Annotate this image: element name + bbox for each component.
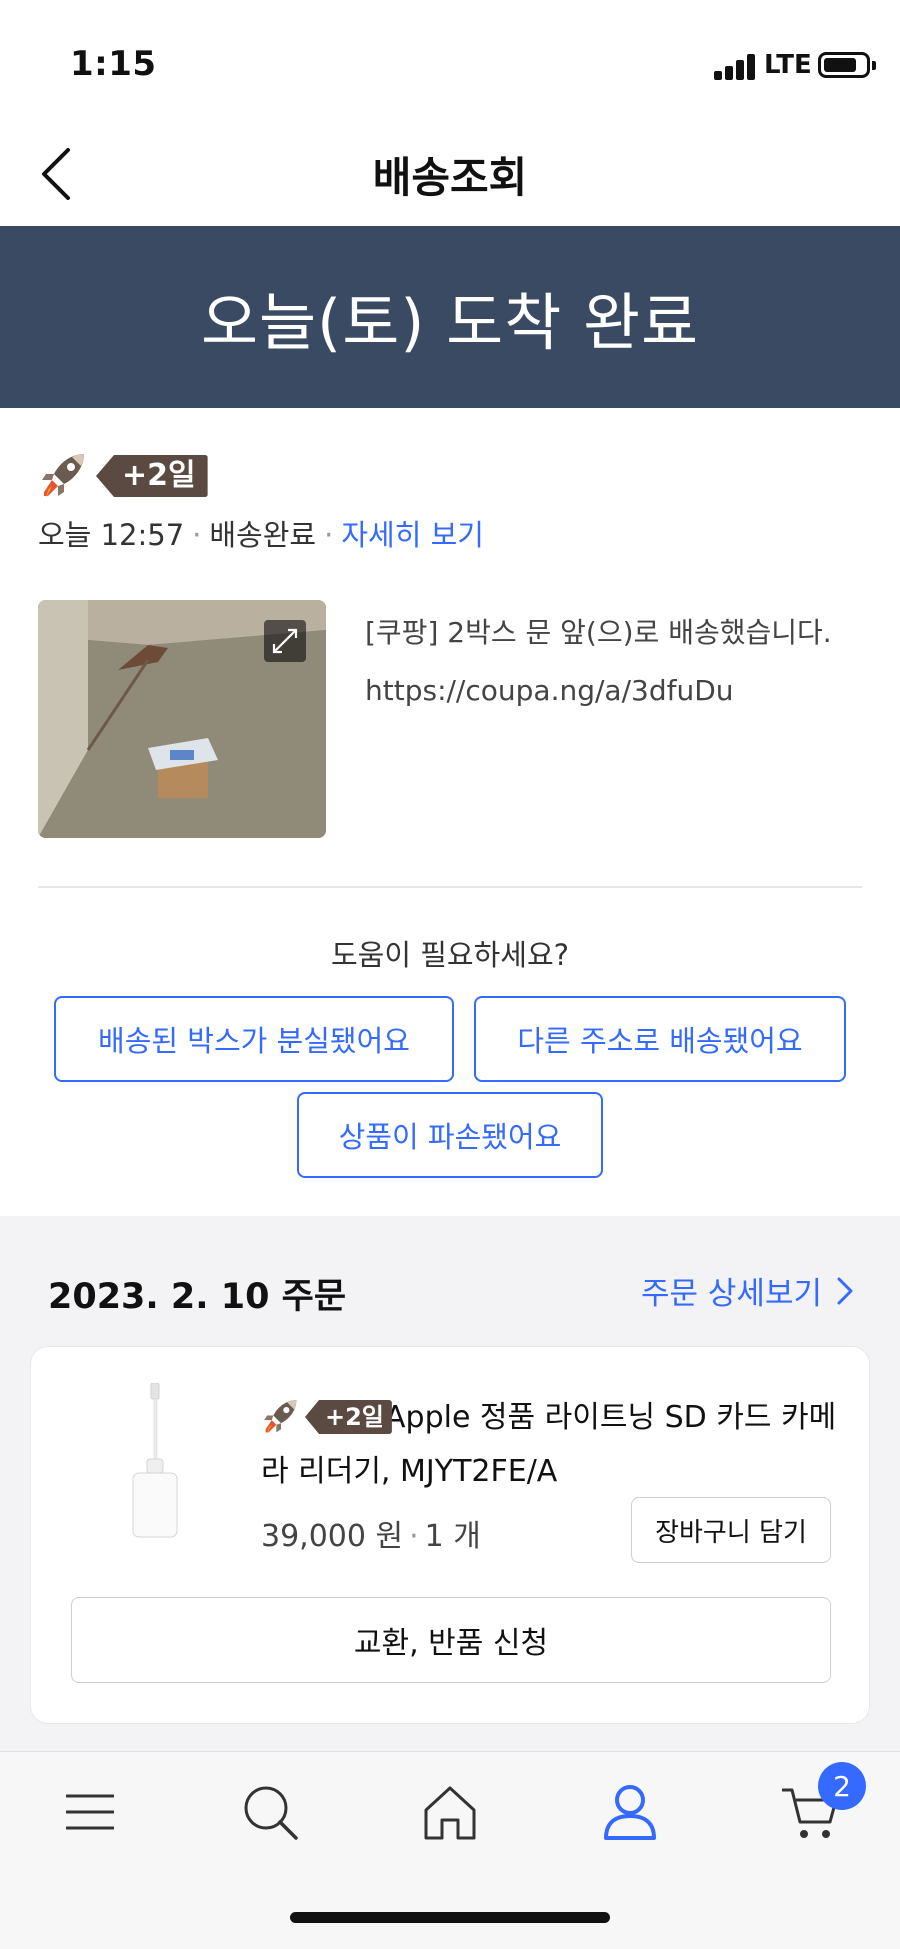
user-icon <box>604 1785 656 1840</box>
rocket-icon <box>42 454 84 498</box>
product-image[interactable] <box>121 1382 191 1543</box>
lost-box-button[interactable]: 배송된 박스가 분실됐어요 <box>54 996 454 1082</box>
product-quantity: 1 개 <box>424 1519 481 1554</box>
order-detail-link[interactable]: 주문 상세보기 <box>641 1268 854 1313</box>
menu-icon <box>66 1794 114 1830</box>
rocket-badge-row: +2일 <box>38 450 208 502</box>
order-date: 2023. 2. 10 주문 <box>48 1277 347 1317</box>
delivery-message-url[interactable]: https://coupa.ng/a/3dfuDu <box>365 662 865 720</box>
product-rocket-badge: +2일 <box>261 1397 392 1437</box>
product-price-line: 39,000 원 · 1 개 <box>261 1519 481 1554</box>
signal-icon <box>714 52 758 80</box>
nav-header: 배송조회 <box>0 120 900 226</box>
rocket-icon <box>264 1400 297 1434</box>
delivery-status-line: 오늘 12:57 · 배송완료 · 자세히 보기 <box>38 518 484 552</box>
expand-icon[interactable] <box>264 620 306 662</box>
search-icon <box>244 1786 298 1840</box>
home-indicator <box>290 1912 610 1923</box>
add-to-cart-button[interactable]: 장바구니 담기 <box>631 1497 831 1563</box>
tab-my-account[interactable] <box>600 1782 660 1842</box>
delivery-photo[interactable] <box>38 600 326 838</box>
product-days-badge: +2일 <box>305 1400 392 1434</box>
status-time: 1:15 <box>70 44 157 84</box>
damaged-item-button[interactable]: 상품이 파손됐어요 <box>297 1092 603 1178</box>
delivery-section: +2일 오늘 12:57 · 배송완료 · 자세히 보기 [쿠팡] 2박스 문 앞(으)… <box>0 408 900 1216</box>
network-type: LTE <box>764 50 812 80</box>
tab-search[interactable] <box>240 1782 300 1842</box>
order-section: 2023. 2. 10 주문 주문 상세보기 Apple 정품 라이트닝 SD … <box>0 1216 900 1751</box>
help-title: 도움이 필요하세요? <box>330 938 570 972</box>
tab-menu[interactable] <box>60 1782 120 1842</box>
delivery-message-text: [쿠팡] 2박스 문 앞(으)로 배송했습니다. <box>365 616 832 649</box>
product-price: 39,000 원 <box>261 1519 404 1554</box>
delivery-message: [쿠팡] 2박스 문 앞(으)로 배송했습니다. https://coupa.n… <box>365 604 865 720</box>
detail-link[interactable]: 자세히 보기 <box>341 518 484 552</box>
delivery-status: 배송완료 <box>209 518 317 552</box>
exchange-return-button[interactable]: 교환, 반품 신청 <box>71 1597 831 1683</box>
cart-count-badge: 2 <box>818 1762 866 1810</box>
page-title: 배송조회 <box>372 153 528 202</box>
wrong-address-button[interactable]: 다른 주소로 배송됐어요 <box>474 996 846 1082</box>
home-icon <box>424 1786 476 1840</box>
delivery-time: 오늘 12:57 <box>38 518 185 552</box>
delivery-days-badge: +2일 <box>96 455 208 497</box>
arrival-banner: 오늘(토) 도착 완료 <box>0 226 900 408</box>
product-card: Apple 정품 라이트닝 SD 카드 카메라 리더기, MJYT2FE/A +… <box>30 1346 870 1724</box>
chevron-right-icon <box>837 1277 853 1304</box>
battery-icon <box>818 52 876 78</box>
order-detail-label: 주문 상세보기 <box>641 1276 822 1312</box>
divider <box>38 886 862 888</box>
status-bar: 1:15 LTE <box>0 0 900 120</box>
tab-home[interactable] <box>420 1782 480 1842</box>
